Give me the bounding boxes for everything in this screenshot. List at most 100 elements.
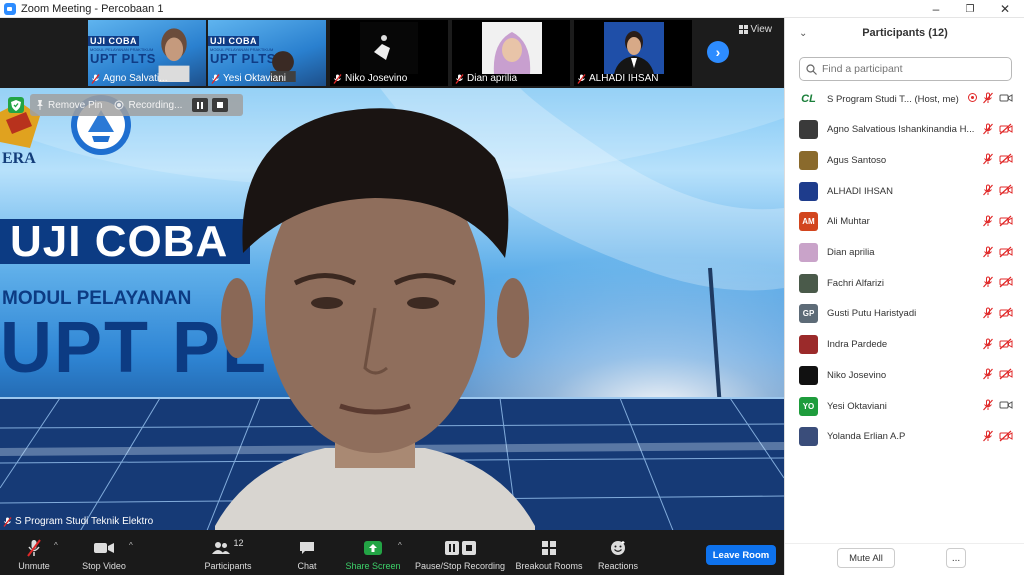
chat-button[interactable]: Chat: [290, 530, 324, 575]
meeting-toolbar: Unmute ^ Stop Video ^ 12 Participants Ch…: [0, 530, 784, 575]
participant-row[interactable]: Dian aprilia: [785, 238, 1024, 268]
participant-avatar: [799, 335, 818, 355]
thumbnail-yesi[interactable]: UJI COBA MODUL PELAYANAN PRAKTIKUM UPT P…: [208, 20, 326, 86]
participant-avatar: [799, 273, 818, 293]
participants-panel: ⌄ Participants (12) CL S Program Studi T.…: [784, 18, 1024, 575]
thumbnail-alhadi[interactable]: ALHADI IHSAN: [574, 20, 692, 86]
participant-avatar: [799, 181, 818, 201]
grid-icon: [738, 25, 748, 34]
thumbnail-name: Dian aprilia: [467, 73, 518, 84]
thumbnail-name-tag: Dian aprilia: [455, 73, 517, 84]
breakout-rooms-button[interactable]: Breakout Rooms: [514, 530, 584, 575]
video-off-icon[interactable]: [999, 276, 1013, 291]
participant-search[interactable]: [799, 57, 1012, 81]
thumbnail-name-tag: Yesi Oktaviani: [211, 73, 286, 84]
view-button[interactable]: View: [738, 24, 772, 35]
more-options-button[interactable]: ...: [946, 548, 966, 568]
participant-row[interactable]: Indra Pardede: [785, 330, 1024, 360]
mic-muted-icon[interactable]: [982, 368, 994, 383]
reactions-label: Reactions: [597, 561, 639, 571]
mic-muted-icon[interactable]: [982, 430, 994, 445]
breakout-rooms-label: Breakout Rooms: [515, 561, 583, 571]
video-off-icon[interactable]: [999, 246, 1013, 261]
video-options-caret[interactable]: ^: [129, 541, 133, 550]
participant-avatar: CL: [799, 89, 818, 109]
video-off-icon[interactable]: [999, 215, 1013, 230]
mic-muted-icon[interactable]: [982, 215, 994, 230]
share-options-caret[interactable]: ^: [398, 541, 402, 550]
mic-muted-icon[interactable]: [982, 184, 994, 199]
pause-stop-recording-button[interactable]: Pause/Stop Recording: [414, 530, 506, 575]
next-page-button[interactable]: ›: [707, 41, 729, 63]
video-off-icon[interactable]: [999, 338, 1013, 353]
video-off-icon[interactable]: [999, 307, 1013, 322]
participants-button[interactable]: 12 Participants: [200, 530, 256, 575]
shield-icon[interactable]: [8, 97, 24, 113]
unmute-label: Unmute: [18, 561, 50, 571]
mic-muted-icon[interactable]: [982, 246, 994, 261]
participant-name: Agno Salvatious Ishankinandia H...: [827, 124, 975, 136]
thumbnail-dian[interactable]: Dian aprilia: [452, 20, 570, 86]
search-input[interactable]: [822, 63, 1002, 75]
stop-video-button[interactable]: Stop Video: [78, 530, 130, 575]
participant-row[interactable]: Agno Salvatious Ishankinandia H...: [785, 115, 1024, 145]
thumbnail-name: Niko Josevino: [345, 73, 408, 84]
pin-icon: [37, 100, 43, 110]
unmute-button[interactable]: Unmute: [12, 530, 56, 575]
window-title: Zoom Meeting - Percobaan 1: [21, 2, 164, 15]
mic-muted-icon[interactable]: [982, 338, 994, 353]
reactions-button[interactable]: Reactions: [596, 530, 640, 575]
thumbnail-agno[interactable]: UJI COBA MODUL PELAYANAN PRAKTIKUM UPT P…: [88, 20, 206, 86]
share-screen-label: Share Screen: [345, 561, 401, 571]
mic-muted-icon[interactable]: [982, 399, 994, 414]
share-screen-button[interactable]: Share Screen: [344, 530, 402, 575]
participant-row[interactable]: Yolanda Erlian A.P: [785, 422, 1024, 452]
pause-stop-recording-label: Pause/Stop Recording: [414, 561, 506, 571]
title-bar: Zoom Meeting - Percobaan 1 – ❐ ✕: [0, 0, 1024, 18]
participant-row[interactable]: CL S Program Studi T... (Host, me): [785, 84, 1024, 114]
maximize-button[interactable]: ❐: [953, 0, 987, 18]
participant-row[interactable]: ALHADI IHSAN: [785, 176, 1024, 206]
remove-pin-label: Remove Pin: [48, 99, 103, 111]
mic-muted-icon[interactable]: [982, 307, 994, 322]
search-icon: [806, 63, 817, 75]
participant-row[interactable]: Agus Santoso: [785, 145, 1024, 175]
stop-recording-button[interactable]: [212, 98, 229, 112]
video-off-icon[interactable]: [999, 153, 1013, 168]
leave-room-button[interactable]: Leave Room: [706, 545, 776, 565]
mic-muted-icon[interactable]: [982, 92, 994, 107]
participant-photo: [604, 22, 664, 74]
minimize-button[interactable]: –: [919, 0, 953, 18]
mic-muted-icon: [91, 73, 100, 84]
participant-row[interactable]: GP Gusti Putu Haristyadi: [785, 299, 1024, 329]
video-off-icon[interactable]: [999, 184, 1013, 199]
video-camera-icon[interactable]: [999, 399, 1013, 414]
video-off-icon[interactable]: [999, 368, 1013, 383]
participant-name: Agus Santoso: [827, 154, 887, 166]
participant-row[interactable]: AM Ali Muhtar: [785, 207, 1024, 237]
audio-options-caret[interactable]: ^: [54, 541, 58, 550]
participant-row[interactable]: YO Yesi Oktaviani: [785, 391, 1024, 421]
participant-row[interactable]: Niko Josevino: [785, 360, 1024, 390]
thumbnail-name: ALHADI IHSAN: [589, 73, 659, 84]
video-off-icon[interactable]: [999, 123, 1013, 138]
video-off-icon[interactable]: [999, 430, 1013, 445]
thumbnail-niko[interactable]: Niko Josevino: [330, 20, 448, 86]
mic-muted-icon[interactable]: [982, 276, 994, 291]
close-button[interactable]: ✕: [988, 0, 1022, 18]
thumbnail-name-tag: Agno Salvati...: [91, 73, 167, 84]
chevron-right-icon: ›: [715, 44, 721, 60]
participant-avatar: [799, 243, 818, 262]
remove-pin-button[interactable]: Remove Pin: [30, 100, 108, 111]
pause-recording-button[interactable]: [192, 98, 209, 112]
mic-muted-icon[interactable]: [982, 123, 994, 138]
main-video[interactable]: ERA UJI COBA MODUL PELAYANAN UPT PL: [0, 88, 784, 548]
mic-muted-icon[interactable]: [982, 153, 994, 168]
video-camera-icon[interactable]: [999, 92, 1013, 107]
recording-indicator: Recording...: [108, 100, 188, 111]
participant-row[interactable]: Fachri Alfarizi: [785, 268, 1024, 298]
participant-avatar: GP: [799, 304, 818, 324]
mute-all-button[interactable]: Mute All: [837, 548, 895, 568]
chat-bubble-icon: [299, 538, 315, 558]
participant-name: Yolanda Erlian A.P: [827, 431, 906, 443]
